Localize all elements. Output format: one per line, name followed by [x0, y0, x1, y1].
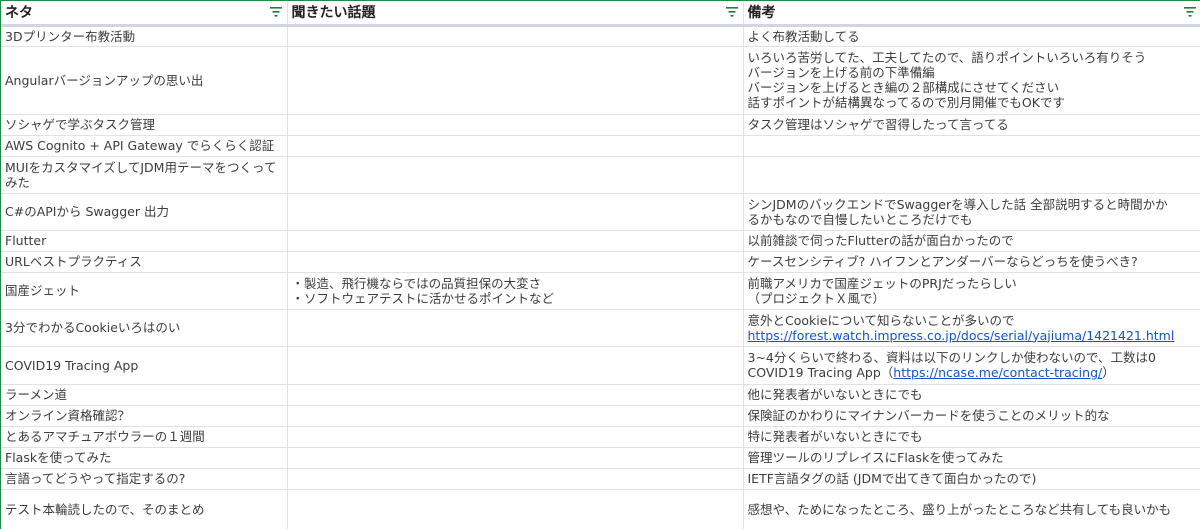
- table-row: Flaskを使ってみた 管理ツールのリプレイスにFlaskを使ってみた: [1, 447, 1200, 469]
- cell-note[interactable]: IETF言語タグの話 (JDMで出てきて面白かったので): [743, 468, 1200, 490]
- cell-note[interactable]: シンJDMのバックエンドでSwaggerを導入した話 全部説明すると時間かか る…: [743, 193, 1200, 231]
- cell-note[interactable]: タスク管理はソシャゲで習得したって言ってる: [743, 114, 1200, 136]
- table-row: Flutter 以前雑談で伺ったFlutterの話が面白かったので: [1, 230, 1200, 252]
- topic-table: ネタ 聞きたい話題 備考 3Dプリンター布教活動 よく布教活動してる Angul…: [1, 1, 1200, 529]
- topic-line: ・ソフトウェアテストに活かせるポイントなど: [291, 290, 555, 306]
- header-neta-label: ネタ: [5, 5, 33, 22]
- cell-topic[interactable]: [287, 230, 744, 252]
- table-row: COVID19 Tracing App 3~4分くらいで終わる、資料は以下のリン…: [1, 346, 1200, 385]
- cell-neta[interactable]: オンライン資格確認？: [1, 405, 288, 427]
- table-row: AWS Cognito + API Gateway でらくらく認証: [1, 135, 1200, 157]
- cell-note[interactable]: [743, 135, 1200, 157]
- cell-note[interactable]: 感想や、ためになったところ、盛り上がったところなど共有しても良いかも: [743, 489, 1200, 529]
- note-line: （プロジェクトＸ風で）: [747, 290, 886, 306]
- note-prefix: COVID19 Tracing App（: [747, 365, 894, 380]
- table-row: C#のAPIから Swagger 出力 シンJDMのバックエンドでSwagger…: [1, 193, 1200, 231]
- cell-neta[interactable]: 国産ジェット: [1, 272, 288, 310]
- table-row: MUIをカスタマイズしてJDM用テーマをつくってみた: [1, 156, 1200, 194]
- table-row: 国産ジェット ・製造、飛行機ならではの品質担保の大変さ ・ソフトウェアテストに活…: [1, 272, 1200, 310]
- cell-neta[interactable]: Angularバージョンアップの思い出: [1, 46, 288, 115]
- table-row: Angularバージョンアップの思い出 いろいろ苦労してた、工夫してたので、語り…: [1, 46, 1200, 115]
- cell-note[interactable]: 3~4分くらいで終わる、資料は以下のリンクしか使わないので、工数は0 COVID…: [743, 346, 1200, 385]
- table-row: テスト本輪読したので、そのまとめ 感想や、ためになったところ、盛り上がったところ…: [1, 489, 1200, 529]
- cell-neta[interactable]: MUIをカスタマイズしてJDM用テーマをつくってみた: [1, 156, 288, 194]
- table-row: ソシャゲで学ぶタスク管理 タスク管理はソシャゲで習得したって言ってる: [1, 114, 1200, 136]
- table-row: URLベストプラクティス ケースセンシティブ? ハイフンとアンダーバーならどっち…: [1, 251, 1200, 273]
- filter-icon[interactable]: [269, 7, 282, 17]
- cell-neta[interactable]: Flutter: [1, 230, 288, 252]
- cell-neta[interactable]: AWS Cognito + API Gateway でらくらく認証: [1, 135, 288, 157]
- note-line: バージョンを上げるとき編の２部構成にさせてください: [747, 80, 1060, 95]
- cell-neta[interactable]: C#のAPIから Swagger 出力: [1, 193, 288, 231]
- cell-topic[interactable]: [287, 135, 744, 157]
- note-link[interactable]: https://forest.watch.impress.co.jp/docs/…: [748, 328, 1175, 343]
- cell-topic[interactable]: [287, 309, 744, 347]
- note-line: るかもなので自慢したいところだけでも: [747, 211, 973, 227]
- header-neta[interactable]: ネタ: [1, 1, 288, 27]
- cell-topic[interactable]: [287, 346, 744, 385]
- note-line: バージョンを上げる前の下準備編: [747, 65, 935, 80]
- cell-topic[interactable]: [287, 251, 744, 273]
- table-row: 言語ってどうやって指定するの? IETF言語タグの話 (JDMで出てきて面白かっ…: [1, 468, 1200, 490]
- cell-topic[interactable]: [287, 405, 744, 427]
- cell-neta[interactable]: COVID19 Tracing App: [1, 346, 288, 385]
- cell-topic[interactable]: [287, 25, 744, 47]
- cell-neta[interactable]: 3Dプリンター布教活動: [1, 25, 288, 47]
- cell-topic[interactable]: [287, 468, 744, 490]
- cell-note[interactable]: よく布教活動してる: [743, 25, 1200, 47]
- cell-topic[interactable]: ・製造、飛行機ならではの品質担保の大変さ ・ソフトウェアテストに活かせるポイント…: [287, 272, 744, 310]
- table-row: オンライン資格確認？ 保険証のかわりにマイナンバーカードを使うことのメリット的な: [1, 405, 1200, 427]
- cell-topic[interactable]: [287, 447, 744, 469]
- cell-neta[interactable]: 言語ってどうやって指定するの?: [1, 468, 288, 490]
- note-link[interactable]: https://ncase.me/contact-tracing/: [893, 365, 1102, 380]
- note-line: 話すポイントが結構異なってるので別月開催でもOKです: [747, 95, 1065, 110]
- cell-neta[interactable]: Flaskを使ってみた: [1, 447, 288, 469]
- note-line: 3~4分くらいで終わる、資料は以下のリンクしか使わないので、工数は0: [747, 350, 1156, 365]
- header-note[interactable]: 備考: [743, 1, 1200, 27]
- header-row: ネタ 聞きたい話題 備考: [1, 1, 1200, 27]
- note-line: 意外とCookieについて知らないことが多いので: [747, 312, 1015, 328]
- filter-icon[interactable]: [1183, 7, 1196, 17]
- cell-neta[interactable]: とあるアマチュアボウラーの１週間: [1, 426, 288, 448]
- note-line: シンJDMのバックエンドでSwaggerを導入した話 全部説明すると時間かか: [747, 196, 1168, 212]
- table-row: 3分でわかるCookieいろはのい 意外とCookieについて知らないことが多い…: [1, 309, 1200, 347]
- cell-note[interactable]: 他に発表者がいないときにでも: [743, 384, 1200, 406]
- cell-note[interactable]: 以前雑談で伺ったFlutterの話が面白かったので: [743, 230, 1200, 252]
- cell-note[interactable]: 保険証のかわりにマイナンバーカードを使うことのメリット的な: [743, 405, 1200, 427]
- note-line: いろいろ苦労してた、工夫してたので、語りポイントいろいろ有りそう: [747, 50, 1147, 65]
- cell-topic[interactable]: [287, 384, 744, 406]
- table-row: とあるアマチュアボウラーの１週間 特に発表者がいないときにでも: [1, 426, 1200, 448]
- header-topic-label: 聞きたい話題: [291, 5, 376, 22]
- cell-note[interactable]: ケースセンシティブ? ハイフンとアンダーバーならどっちを使うべき?: [743, 251, 1200, 273]
- cell-topic[interactable]: [287, 114, 744, 136]
- cell-note[interactable]: 管理ツールのリプレイスにFlaskを使ってみた: [743, 447, 1200, 469]
- note-suffix: ）: [1102, 365, 1115, 380]
- cell-neta[interactable]: 3分でわかるCookieいろはのい: [1, 309, 288, 347]
- cell-topic[interactable]: [287, 489, 744, 529]
- cell-note[interactable]: 特に発表者がいないときにでも: [743, 426, 1200, 448]
- cell-topic[interactable]: [287, 426, 744, 448]
- header-topic[interactable]: 聞きたい話題: [287, 1, 744, 27]
- cell-neta[interactable]: URLベストプラクティス: [1, 251, 288, 273]
- cell-note[interactable]: [743, 156, 1200, 194]
- spreadsheet: ネタ 聞きたい話題 備考 3Dプリンター布教活動 よく布教活動してる Angul…: [0, 0, 1200, 529]
- note-line: 前職アメリカで国産ジェットのPRJだったらしい: [747, 275, 1017, 291]
- table-row: ラーメン道 他に発表者がいないときにでも: [1, 384, 1200, 406]
- cell-note[interactable]: いろいろ苦労してた、工夫してたので、語りポイントいろいろ有りそう バージョンを上…: [743, 46, 1200, 115]
- cell-neta[interactable]: ラーメン道: [1, 384, 288, 406]
- table-row: 3Dプリンター布教活動 よく布教活動してる: [1, 25, 1200, 47]
- cell-topic[interactable]: [287, 46, 744, 115]
- cell-note[interactable]: 前職アメリカで国産ジェットのPRJだったらしい （プロジェクトＸ風で）: [743, 272, 1200, 310]
- topic-line: ・製造、飛行機ならではの品質担保の大変さ: [291, 275, 542, 291]
- header-note-label: 備考: [747, 5, 776, 22]
- cell-note[interactable]: 意外とCookieについて知らないことが多いので https://forest.…: [743, 309, 1200, 347]
- cell-neta[interactable]: ソシャゲで学ぶタスク管理: [1, 114, 288, 136]
- cell-topic[interactable]: [287, 193, 744, 231]
- cell-neta[interactable]: テスト本輪読したので、そのまとめ: [1, 489, 288, 529]
- cell-topic[interactable]: [287, 156, 744, 194]
- filter-icon[interactable]: [725, 7, 738, 17]
